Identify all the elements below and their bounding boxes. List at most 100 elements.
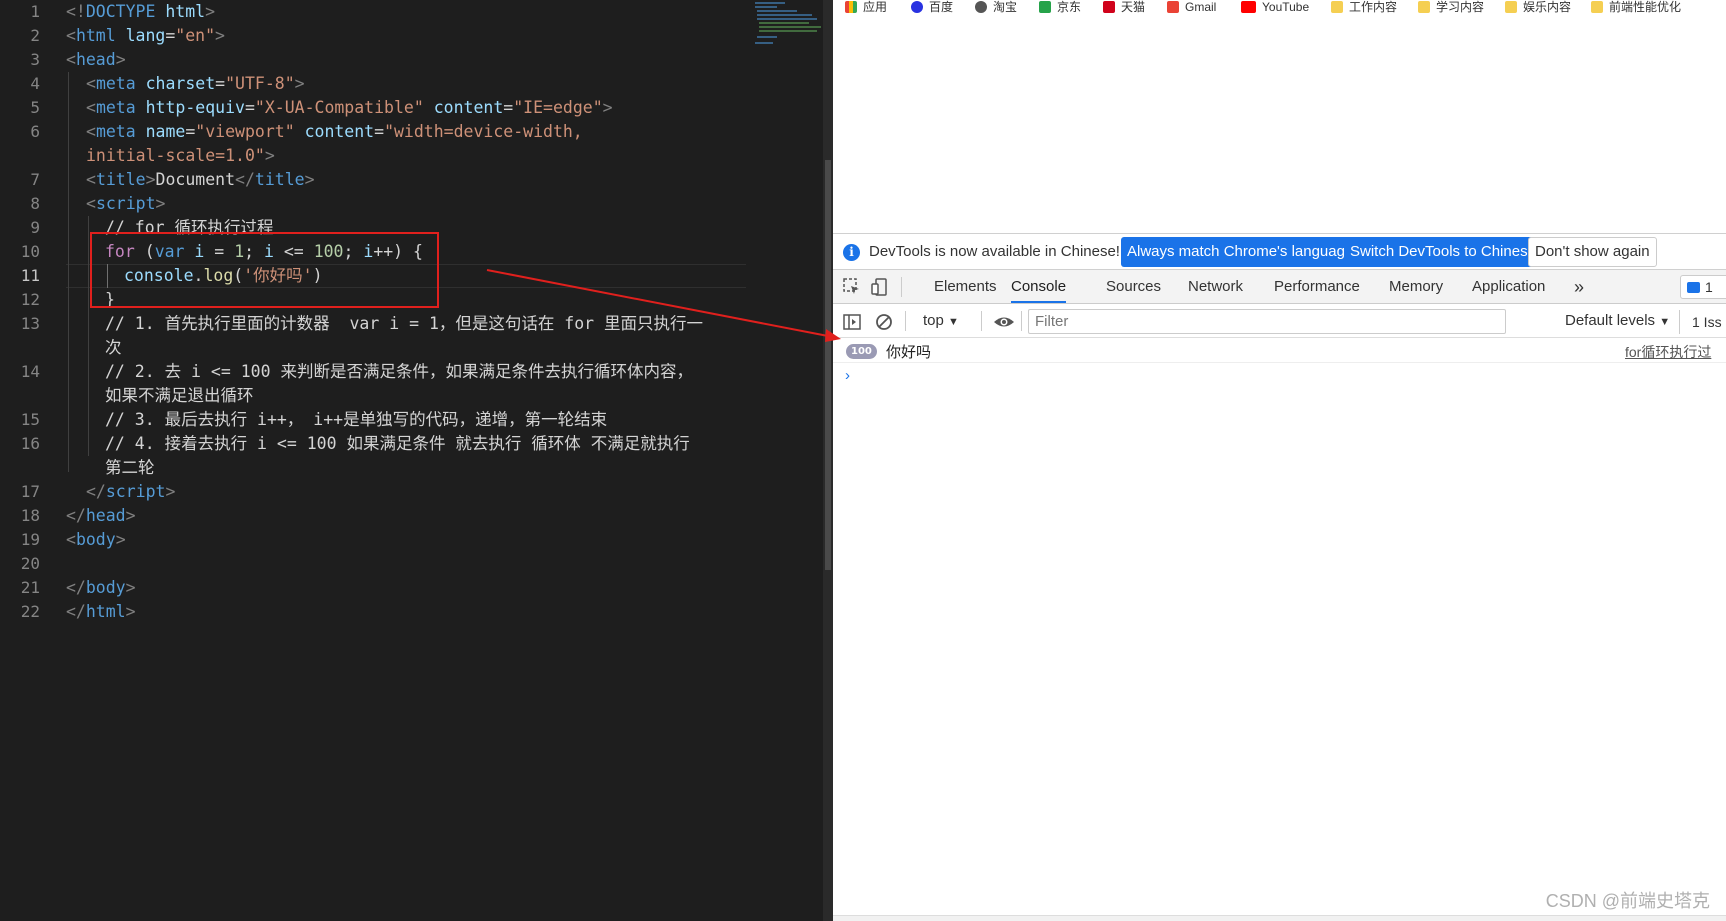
line-number: 8: [30, 194, 40, 213]
line-number: 11: [20, 266, 40, 285]
code-line-19: 19 <body>: [0, 528, 745, 552]
code-line-17: 17 </script>: [0, 480, 745, 504]
line-number: 9: [30, 218, 40, 237]
bookmark-apps[interactable]: 应用: [845, 0, 887, 14]
highlight-box: [90, 232, 439, 308]
line-number: 13: [20, 314, 40, 333]
line-number: 20: [20, 554, 40, 573]
clear-console-icon[interactable]: [875, 313, 893, 331]
code-comment: // 2. 去 i <= 100 来判断是否满足条件，如果满足条件去执行循环体内…: [105, 362, 693, 381]
code-line-5: 5 <meta http-equiv="X-UA-Compatible" con…: [0, 96, 745, 120]
toolbar-divider: [905, 311, 906, 331]
sidebar-toggle-icon[interactable]: [843, 313, 861, 331]
line-number: 3: [30, 50, 40, 69]
bookmarks-bar: 应用 百度 淘宝 京东 天猫 Gmail YouTube 工作内容 学习内容 娱…: [833, 0, 1726, 14]
tab-application[interactable]: Application: [1472, 270, 1545, 303]
code-comment: // 3. 最后去执行 i++， i++是单独写的代码，递增，第一轮结束: [105, 410, 608, 429]
line-number: 10: [20, 242, 40, 261]
code-line-14: 14 // 2. 去 i <= 100 来判断是否满足条件，如果满足条件去执行循…: [0, 360, 745, 384]
watermark: CSDN @前端史塔克: [1545, 891, 1710, 911]
baidu-icon: [911, 1, 923, 13]
inspect-element-icon[interactable]: [843, 278, 861, 296]
live-expression-eye-icon[interactable]: [993, 313, 1015, 331]
apps-icon: [845, 1, 857, 13]
switch-to-chinese-button[interactable]: Switch DevTools to Chinese: [1344, 237, 1542, 267]
tab-sources[interactable]: Sources: [1106, 270, 1161, 303]
code-line-8: 8 <script>: [0, 192, 745, 216]
bookmark-folder-study[interactable]: 学习内容: [1418, 0, 1484, 14]
code-line-16: 16 // 4. 接着去执行 i <= 100 如果满足条件 就去执行 循环体 …: [0, 432, 745, 456]
device-toolbar-icon[interactable]: [871, 278, 889, 296]
devtools-language-infobar: i DevTools is now available in Chinese! …: [833, 233, 1726, 270]
line-number: 7: [30, 170, 40, 189]
globe-icon: [975, 1, 987, 13]
console-toolbar: top ▼ Filter Default levels ▼ 1 Iss: [833, 305, 1726, 338]
bookmark-folder-fun[interactable]: 娱乐内容: [1505, 0, 1571, 14]
issues-count[interactable]: 1 Iss: [1679, 310, 1722, 334]
repeat-count-badge: 100: [846, 344, 877, 359]
code-line-6-wrap: initial-scale=1.0">: [86, 146, 275, 165]
execution-context-select[interactable]: top ▼: [923, 312, 959, 329]
code-line-7: 7 <title>Document</title>: [0, 168, 745, 192]
code-line-15: 15 // 3. 最后去执行 i++， i++是单独写的代码，递增，第一轮结束: [0, 408, 745, 432]
log-source-link[interactable]: for循环执行过: [1625, 342, 1711, 362]
infobar-message: DevTools is now available in Chinese!: [869, 243, 1120, 260]
youtube-icon: [1241, 1, 1256, 13]
folder-icon: [1591, 1, 1603, 13]
code-line-14-wrap: 如果不满足退出循环: [105, 386, 254, 405]
editor-scrollbar-thumb[interactable]: [825, 160, 831, 570]
bookmark-baidu[interactable]: 百度: [911, 0, 953, 14]
line-number: 4: [30, 74, 40, 93]
bookmark-folder-perf[interactable]: 前端性能优化: [1591, 0, 1681, 14]
line-number: 12: [20, 290, 40, 309]
code-line-13: 13 // 1. 首先执行里面的计数器 var i = 1，但是这句话在 for…: [0, 312, 745, 336]
browser-window: 应用 百度 淘宝 京东 天猫 Gmail YouTube 工作内容 学习内容 娱…: [833, 0, 1726, 921]
tab-console[interactable]: Console: [1011, 270, 1067, 303]
line-number: 2: [30, 26, 40, 45]
bookmark-jd[interactable]: 京东: [1039, 0, 1081, 14]
bookmark-taobao[interactable]: 淘宝: [975, 0, 1017, 14]
folder-icon: [1505, 1, 1517, 13]
folder-icon: [1331, 1, 1343, 13]
tab-memory[interactable]: Memory: [1389, 270, 1443, 303]
info-icon: i: [843, 244, 860, 261]
console-log-row: 100 你好吗 for循环执行过: [833, 339, 1726, 363]
line-number: 21: [20, 578, 40, 597]
gmail-icon: [1167, 1, 1179, 13]
tab-elements[interactable]: Elements: [934, 270, 997, 303]
tmall-icon: [1103, 1, 1115, 13]
console-filter-input[interactable]: Filter: [1028, 309, 1506, 334]
code-comment: // 1. 首先执行里面的计数器 var i = 1，但是这句话在 for 里面…: [105, 314, 704, 333]
line-number: 14: [20, 362, 40, 381]
issues-badge-button[interactable]: 1: [1680, 275, 1726, 299]
line-number: 1: [30, 2, 40, 21]
code-line-6: 6 <meta name="viewport" content="width=d…: [0, 120, 745, 144]
code-line-13-wrap: 次: [105, 338, 122, 357]
line-number: 6: [30, 122, 40, 141]
tab-performance[interactable]: Performance: [1274, 270, 1360, 303]
toolbar-divider: [901, 277, 902, 297]
more-tabs-chevron-icon[interactable]: »: [1574, 270, 1584, 303]
bookmark-youtube[interactable]: YouTube: [1241, 0, 1309, 14]
message-icon: [1687, 282, 1700, 293]
jd-icon: [1039, 1, 1051, 13]
code-comment: // 4. 接着去执行 i <= 100 如果满足条件 就去执行 循环体 不满足…: [105, 434, 690, 453]
bookmark-gmail[interactable]: Gmail: [1167, 0, 1216, 14]
window-bottom-edge: [833, 915, 1726, 921]
dont-show-again-button[interactable]: Don't show again: [1528, 237, 1657, 267]
log-message: 你好吗: [886, 344, 932, 361]
bookmark-folder-work[interactable]: 工作内容: [1331, 0, 1397, 14]
code-editor[interactable]: 1 <!DOCTYPE html> 2 <html lang="en"> 3 <…: [0, 0, 823, 921]
console-prompt[interactable]: ›: [845, 367, 850, 384]
log-levels-select[interactable]: Default levels ▼: [1565, 312, 1670, 329]
tab-network[interactable]: Network: [1188, 270, 1243, 303]
minimap[interactable]: [755, 0, 823, 55]
bookmark-tmall[interactable]: 天猫: [1103, 0, 1145, 14]
toolbar-divider: [981, 311, 982, 331]
code-line-18: 18 </head>: [0, 504, 745, 528]
line-number: 18: [20, 506, 40, 525]
line-number: 16: [20, 434, 40, 453]
always-match-language-button[interactable]: Always match Chrome's language: [1121, 237, 1360, 267]
devtools-tabbar: Elements Console Sources Network Perform…: [833, 270, 1726, 304]
code-line-4: 4 <meta charset="UTF-8">: [0, 72, 745, 96]
